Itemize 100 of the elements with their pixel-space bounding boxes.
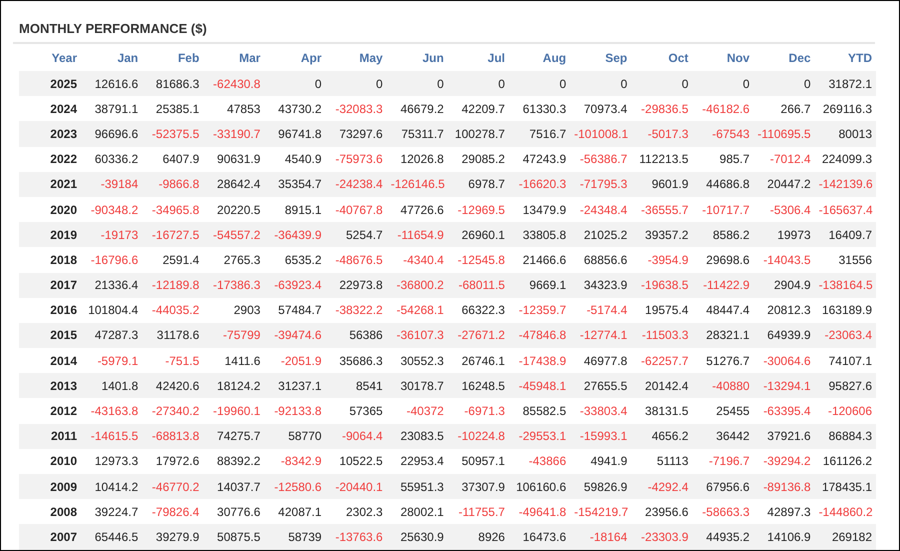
table-cell: -12359.7	[508, 298, 570, 323]
year-cell: 2010	[19, 448, 81, 474]
table-cell: -15993.1	[570, 424, 632, 449]
table-cell: 21336.4	[81, 272, 142, 298]
table-cell: 88392.2	[203, 448, 264, 474]
table-cell: -751.5	[142, 348, 204, 374]
table-cell: 50957.1	[448, 448, 509, 474]
column-header: Jun	[386, 44, 448, 71]
table-cell: -13294.1	[754, 373, 815, 398]
table-cell: -45948.1	[508, 373, 570, 398]
column-header: Dec	[754, 44, 815, 71]
table-cell: -63923.4	[264, 272, 326, 298]
year-cell: 2021	[19, 172, 81, 197]
table-cell: 2904.9	[754, 272, 815, 298]
column-header: Feb	[142, 44, 204, 71]
table-cell: 28642.4	[203, 172, 264, 197]
column-header: Oct	[631, 44, 692, 71]
table-cell: 1411.6	[203, 348, 264, 374]
table-cell: 266.7	[754, 96, 815, 122]
table-cell: 30552.3	[386, 348, 448, 374]
table-cell: 44935.2	[692, 524, 754, 550]
table-cell: 8926	[448, 524, 509, 550]
table-cell: 74275.7	[203, 424, 264, 449]
table-cell: -9064.4	[326, 424, 387, 449]
table-cell: -101008.1	[570, 121, 632, 147]
table-cell: 51113	[631, 448, 692, 474]
table-cell: 39357.2	[631, 222, 692, 248]
table-cell-text: 31556	[838, 252, 873, 269]
table-cell: 46977.8	[570, 348, 632, 374]
table-cell: -30064.6	[754, 348, 815, 374]
table-cell-text: 29698.6	[705, 252, 751, 269]
table-cell: -5017.3	[631, 121, 692, 147]
table-cell: -67543	[692, 121, 754, 147]
column-header: Apr	[264, 44, 326, 71]
table-cell: 96741.8	[264, 121, 326, 147]
table-cell: -5979.1	[81, 348, 142, 374]
table-cell: 43730.2	[264, 96, 326, 122]
table-cell-text: -120606	[826, 403, 873, 420]
table-cell: 38791.1	[81, 96, 142, 122]
table-cell: -36107.3	[386, 322, 448, 348]
table-cell: 55951.3	[386, 474, 448, 500]
table-cell: -89136.8	[754, 474, 815, 500]
table-cell-text: 85582.5	[522, 403, 568, 420]
table-cell: 14037.7	[203, 474, 264, 500]
column-header: Aug	[508, 44, 570, 71]
table-cell: -56386.7	[570, 146, 632, 172]
table-cell: 56386	[326, 322, 387, 348]
table-cell: 21025.2	[570, 222, 632, 248]
table-cell: 47243.9	[508, 146, 570, 172]
table-cell-text: -63395.4	[762, 403, 812, 420]
table-cell: 0	[570, 71, 632, 96]
table-cell: 161126.2	[814, 448, 876, 474]
table-cell: 31178.6	[142, 322, 204, 348]
table-cell: 23956.6	[631, 499, 692, 524]
table-cell: 4941.9	[570, 448, 632, 474]
table-cell: -46770.2	[142, 474, 204, 500]
table-cell: 16473.6	[508, 524, 570, 550]
table-cell: 73297.6	[326, 121, 387, 147]
year-cell: 2025	[19, 71, 81, 96]
table-cell: -39294.2	[754, 448, 815, 474]
table-cell: -36439.9	[264, 222, 326, 248]
table-cell: -18164	[570, 524, 632, 550]
table-cell: -23063.4	[814, 322, 876, 348]
table-cell-text: -4340.4	[402, 252, 445, 269]
table-cell: -19638.5	[631, 272, 692, 298]
table-cell: -8342.9	[264, 448, 326, 474]
column-header: Sep	[570, 44, 632, 71]
table-cell: 28321.1	[692, 322, 754, 348]
table-cell: -24238.4	[326, 172, 387, 197]
table-cell: -10717.7	[692, 196, 754, 222]
table-cell: 2903	[203, 298, 264, 323]
year-cell: 2020	[19, 196, 81, 222]
table-cell: -29553.1	[508, 424, 570, 449]
table-cell: 51276.7	[692, 348, 754, 374]
table-cell: -79826.4	[142, 499, 204, 524]
year-cell: 2023	[19, 121, 81, 147]
table-cell: 37307.9	[448, 474, 509, 500]
table-cell: 66322.3	[448, 298, 509, 323]
table-cell: -36555.7	[631, 196, 692, 222]
table-cell: -54557.2	[203, 222, 264, 248]
table-cell: 20142.4	[631, 373, 692, 398]
table-cell: -154219.7	[570, 499, 632, 524]
table-cell: -7012.4	[754, 146, 815, 172]
table-cell: 269116.3	[814, 96, 876, 122]
table-cell: -39474.6	[264, 322, 326, 348]
table-cell: 34323.9	[570, 272, 632, 298]
table-cell: 0	[264, 71, 326, 96]
table-cell: 70973.4	[570, 96, 632, 122]
table-cell: 35686.3	[326, 348, 387, 374]
table-cell: 81686.3	[142, 71, 204, 96]
table-cell: -38322.2	[326, 298, 387, 323]
table-cell: 12616.6	[81, 71, 142, 96]
table-cell: -14615.5	[81, 424, 142, 449]
year-cell-text: 2012	[49, 403, 78, 420]
table-cell: 112213.5	[631, 146, 692, 172]
table-cell: 35354.7	[264, 172, 326, 197]
table-cell: -49641.8	[508, 499, 570, 524]
table-cell: 86884.3	[814, 424, 876, 449]
year-cell: 2024	[19, 96, 81, 122]
table-cell: 95827.6	[814, 373, 876, 398]
